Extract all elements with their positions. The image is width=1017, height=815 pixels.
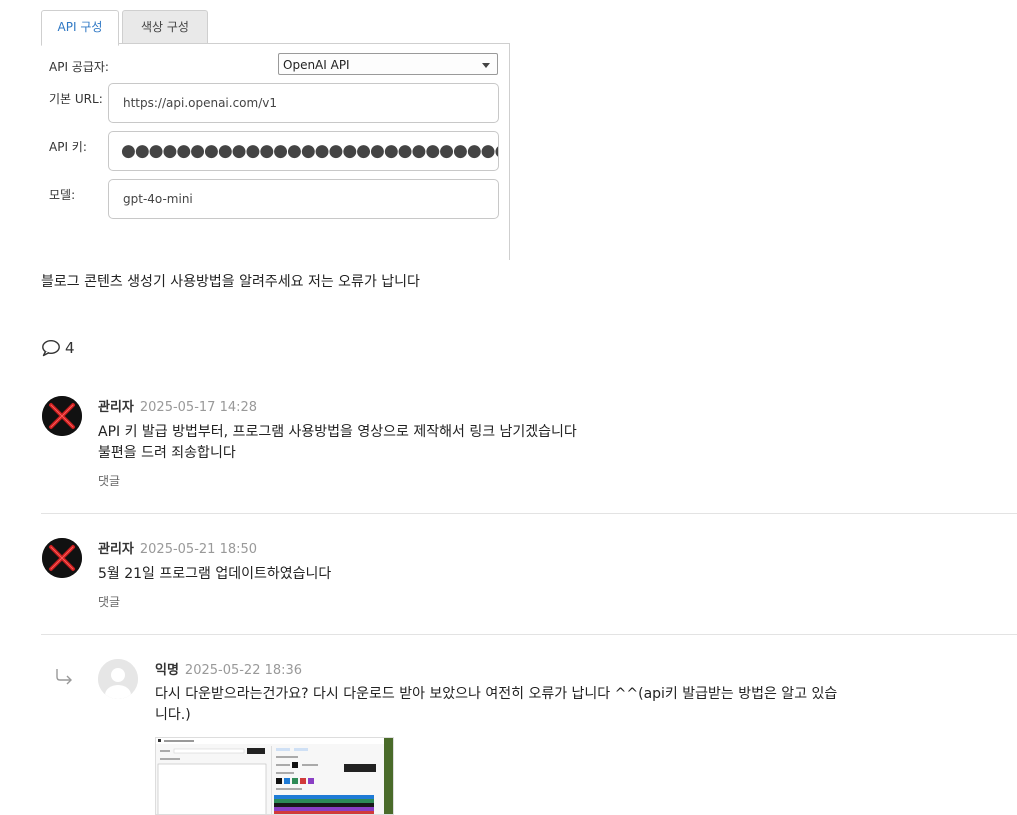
model-field[interactable]: gpt-4o-mini xyxy=(108,179,499,219)
divider xyxy=(41,634,1017,635)
comment-header: 관리자 2025-05-21 18:50 xyxy=(98,538,257,557)
avatar xyxy=(98,659,138,699)
comment-author: 익명 xyxy=(155,663,179,678)
screenshot-thumbnail-image xyxy=(156,738,393,814)
comment-author: 관리자 xyxy=(98,400,134,415)
base-url-field[interactable]: https://api.openai.com/v1 xyxy=(108,83,499,123)
comment-author: 관리자 xyxy=(98,542,134,557)
comment-body: 다시 다운받으라는건가요? 다시 다운로드 받아 보았으나 여전히 오류가 납니… xyxy=(155,684,875,726)
comment-date: 2025-05-22 18:36 xyxy=(184,663,303,678)
reply-link[interactable]: 댓글 xyxy=(98,472,120,489)
admin-avatar-icon xyxy=(42,396,82,436)
reply-link[interactable]: 댓글 xyxy=(98,593,120,610)
reply-arrow-icon xyxy=(56,669,72,685)
comment-count-value: 4 xyxy=(65,339,75,357)
comment-body: API 키 발급 방법부터, 프로그램 사용방법을 영상으로 제작해서 링크 남… xyxy=(98,422,577,464)
comment-line: 니다.) xyxy=(155,707,191,723)
api-key-label: API 키: xyxy=(49,140,87,154)
post-body: 블로그 콘텐츠 생성기 사용방법을 알려주세요 저는 오류가 납니다 xyxy=(41,274,420,290)
comment-line: 다시 다운받으라는건가요? 다시 다운로드 받아 보았으나 여전히 오류가 납니… xyxy=(155,686,838,702)
api-key-field[interactable]: ●●●●●●●●●●●●●●●●●●●●●●●●●●●●●●●●● xyxy=(108,131,499,171)
provider-label: API 공급자: xyxy=(49,60,109,74)
base-url-label: 기본 URL: xyxy=(49,92,103,106)
tab-color-config[interactable]: 색상 구성 xyxy=(122,10,208,44)
comment-line: API 키 발급 방법부터, 프로그램 사용방법을 영상으로 제작해서 링크 남… xyxy=(98,424,577,440)
settings-tabs: API 구성 색상 구성 xyxy=(41,10,511,46)
divider xyxy=(41,513,1017,514)
model-label: 모델: xyxy=(49,188,76,202)
chevron-down-icon xyxy=(482,63,490,68)
user-avatar-icon xyxy=(98,659,138,699)
avatar xyxy=(42,538,82,578)
comment-body: 5월 21일 프로그램 업데이트하였습니다 xyxy=(98,564,331,585)
provider-select[interactable]: OpenAI API xyxy=(278,53,498,75)
comment-line: 불편을 드려 죄송합니다 xyxy=(98,445,236,461)
tab-api-config[interactable]: API 구성 xyxy=(41,10,119,46)
admin-avatar-icon xyxy=(42,538,82,578)
speech-bubble-icon xyxy=(42,339,60,357)
comment-count: 4 xyxy=(41,339,75,357)
comment-date: 2025-05-21 18:50 xyxy=(139,542,258,557)
provider-select-value: OpenAI API xyxy=(283,58,350,72)
comment-header: 익명 2025-05-22 18:36 xyxy=(155,659,302,678)
attached-screenshot[interactable] xyxy=(155,737,394,815)
comment-header: 관리자 2025-05-17 14:28 xyxy=(98,396,257,415)
avatar xyxy=(42,396,82,436)
comment-date: 2025-05-17 14:28 xyxy=(139,400,258,415)
comment-line: 5월 21일 프로그램 업데이트하였습니다 xyxy=(98,566,332,582)
